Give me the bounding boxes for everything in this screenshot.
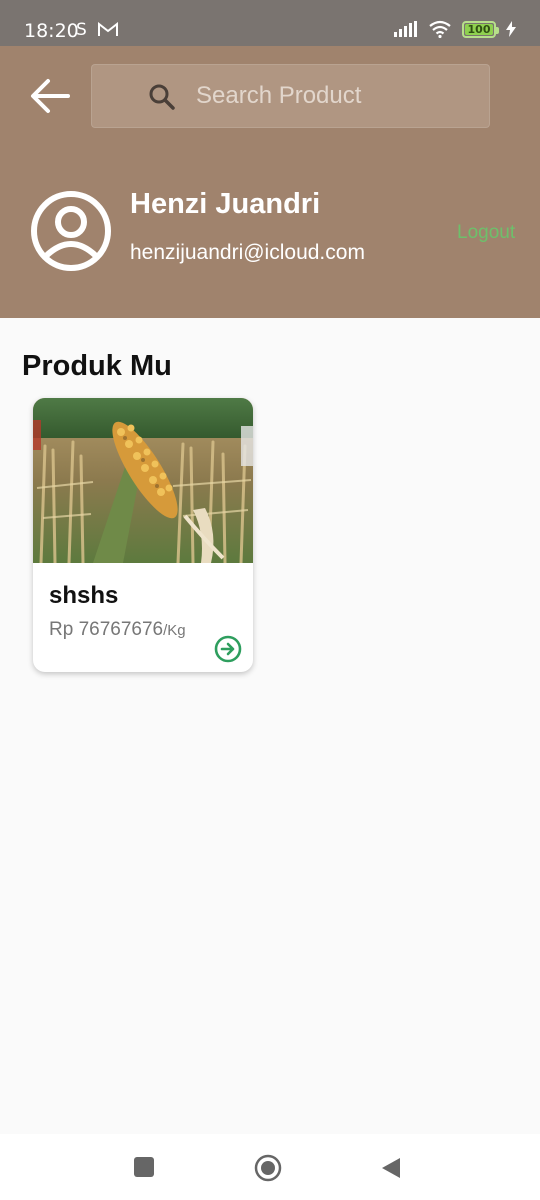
search-icon: [149, 84, 175, 110]
arrow-left-icon: [31, 79, 70, 113]
profile-header: Henzi Juandri henzijuandri@icloud.com Lo…: [0, 46, 540, 318]
status-bar: 18:20 S 100: [0, 0, 540, 46]
price-currency: Rp: [49, 619, 74, 640]
gmail-icon: [98, 21, 118, 36]
recents-icon[interactable]: [134, 1157, 154, 1177]
sync-icon: S: [76, 20, 87, 38]
search-input[interactable]: [196, 65, 476, 127]
status-left-icons: S: [76, 20, 118, 38]
price-value: 76767676: [78, 619, 164, 640]
back-button[interactable]: [26, 74, 74, 118]
wifi-icon: [429, 20, 451, 38]
svg-text:S: S: [76, 20, 87, 38]
system-nav-bar: [0, 1134, 540, 1200]
user-name: Henzi Juandri: [130, 188, 321, 220]
price-unit: /Kg: [163, 622, 186, 639]
product-image: [33, 398, 253, 563]
signal-icon: [394, 21, 417, 37]
section-title: Produk Mu: [22, 350, 172, 382]
status-right-icons: 100: [394, 20, 516, 38]
avatar-icon: [31, 191, 111, 271]
search-box[interactable]: [91, 64, 490, 128]
arrow-right-circle-icon[interactable]: [214, 635, 242, 663]
status-time: 18:20: [24, 20, 79, 42]
user-email: henzijuandri@icloud.com: [130, 241, 365, 264]
battery-icon: 100: [462, 20, 499, 38]
back-icon[interactable]: [380, 1156, 402, 1180]
battery-level: 100: [467, 22, 491, 36]
product-name: shshs: [49, 582, 119, 609]
logout-button[interactable]: Logout: [457, 222, 515, 244]
charging-icon: [506, 21, 516, 37]
product-price: Rp 76767676/Kg: [49, 619, 186, 641]
product-card[interactable]: shshs Rp 76767676/Kg: [33, 398, 253, 672]
home-icon[interactable]: [254, 1154, 282, 1182]
